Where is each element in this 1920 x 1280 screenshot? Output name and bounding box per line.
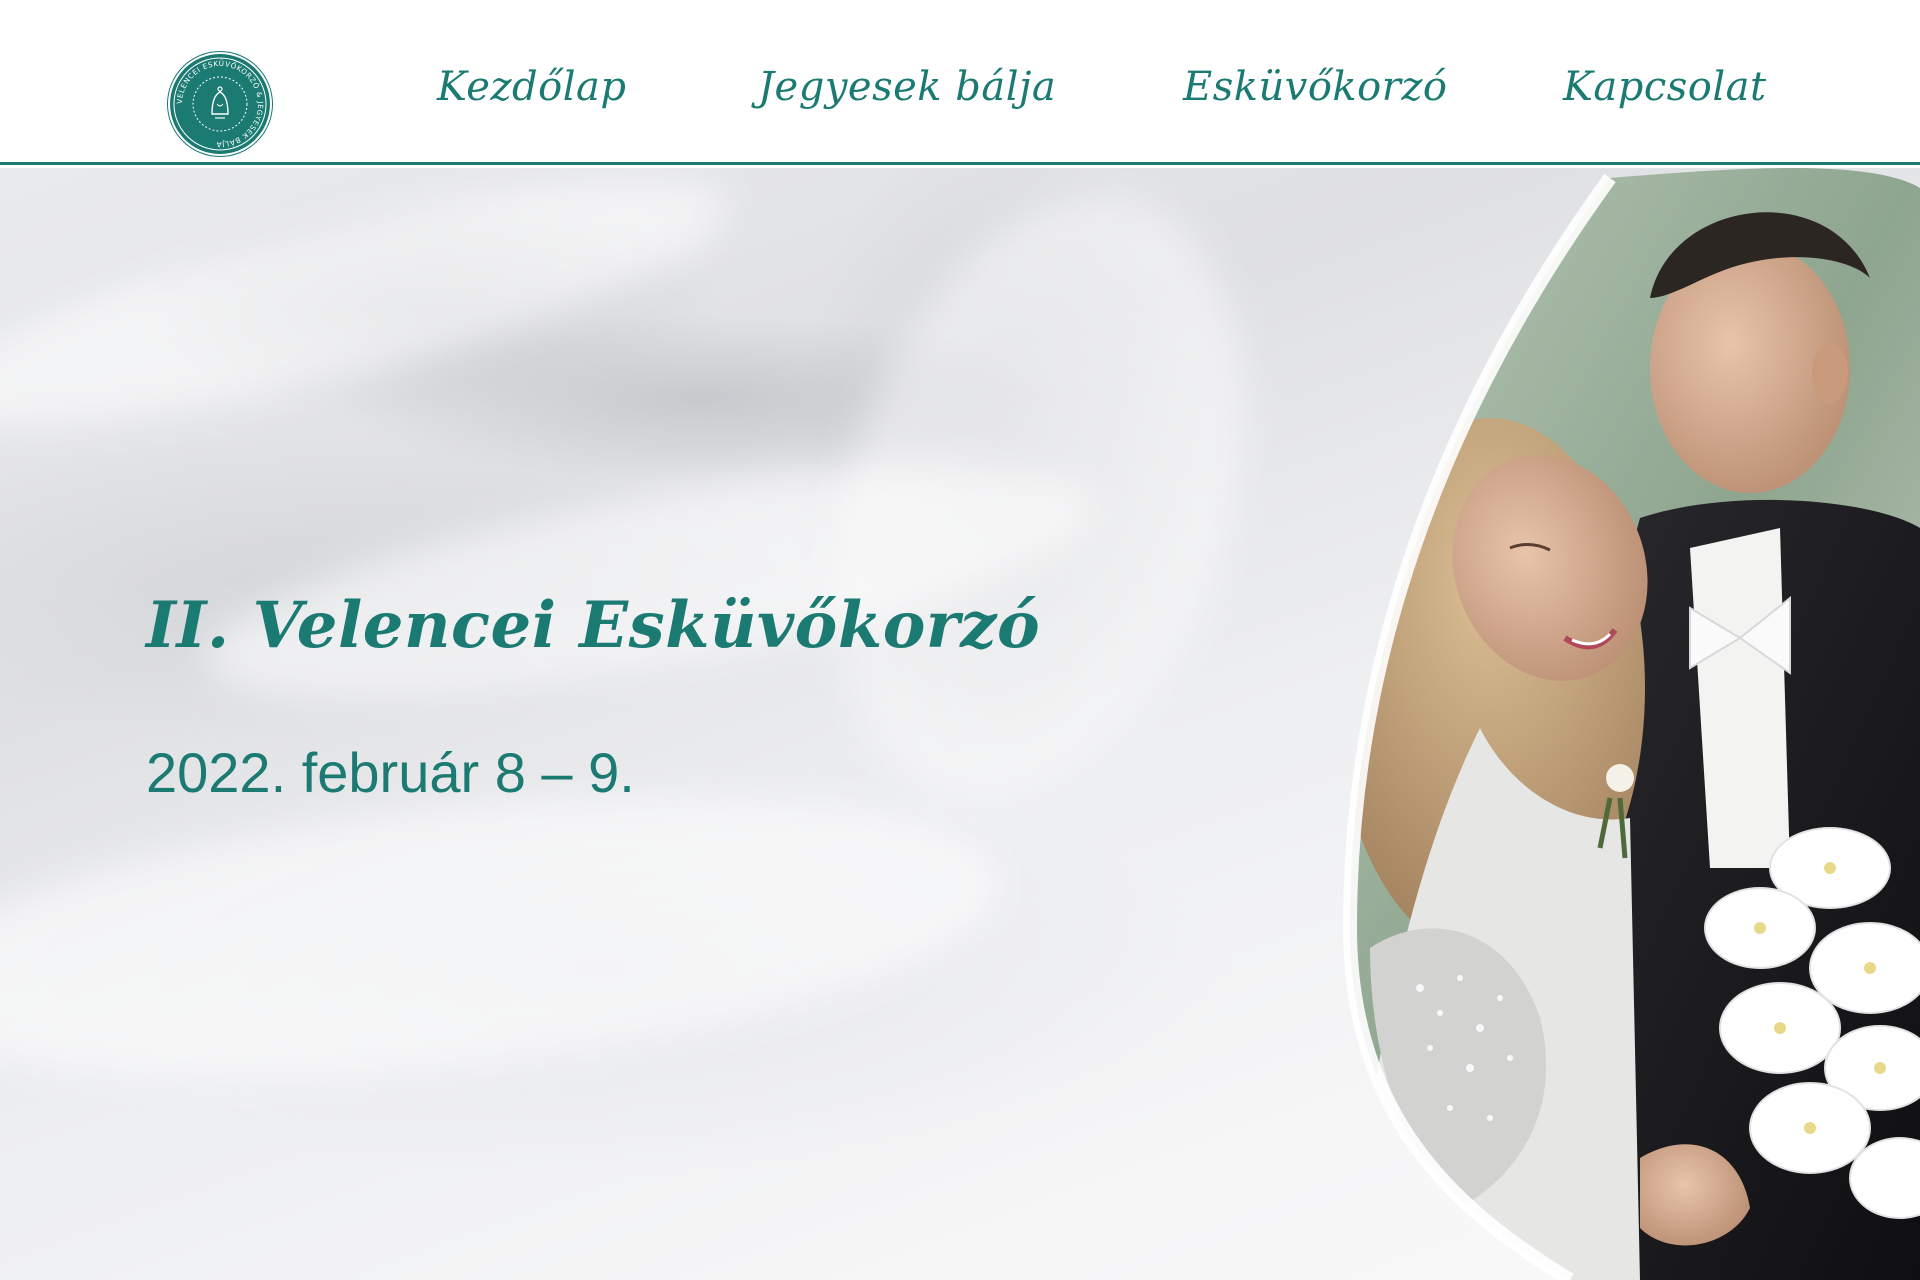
nav-item-eskuvokorzo[interactable]: Esküvőkorzó — [1183, 64, 1448, 110]
nav-item-kezdolap[interactable]: Kezdőlap — [437, 64, 627, 110]
wedding-couple-photo — [1342, 168, 1920, 1280]
hero-banner: II. Velencei Esküvőkorzó 2022. február 8… — [0, 168, 1920, 1280]
hero-date: 2022. február 8 – 9. — [146, 741, 635, 804]
veil-streak — [0, 751, 1011, 1125]
site-logo[interactable]: VELENCEI ESKÜVŐKORZÓ & JEGYESEK BÁLJA — [168, 52, 272, 156]
hero-title: II. Velencei Esküvőkorzó — [146, 588, 1041, 663]
logo-emblem-icon: VELENCEI ESKÜVŐKORZÓ & JEGYESEK BÁLJA — [171, 55, 269, 153]
hero-photo — [1310, 168, 1920, 1280]
nav-item-jegyesek-balja[interactable]: Jegyesek bálja — [758, 64, 1056, 110]
nav-item-kapcsolat[interactable]: Kapcsolat — [1563, 64, 1767, 110]
veil-streak — [0, 168, 746, 475]
veil-streak — [763, 168, 1317, 852]
site-header: VELENCEI ESKÜVŐKORZÓ & JEGYESEK BÁLJA Ke… — [0, 0, 1920, 165]
